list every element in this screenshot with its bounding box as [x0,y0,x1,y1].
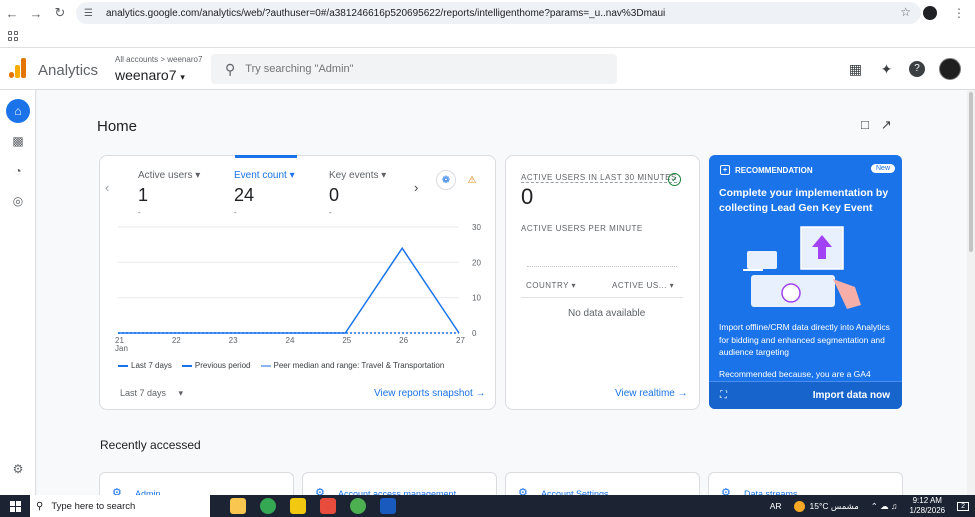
expand-icon[interactable]: ⛶ [720,390,727,401]
chart-legend: Last 7 days Previous period Peer median … [118,361,444,370]
upload-illustration [743,226,861,309]
recommendation-label: RECOMMENDATION [735,165,813,175]
caret-down-icon: ▾ [178,388,184,398]
windows-start-icon[interactable] [0,495,30,517]
chrome-icon[interactable] [260,498,276,514]
arrow-right-icon: → [677,388,688,399]
view-realtime-link[interactable]: View realtime → [615,388,688,399]
recommendation-header: + RECOMMENDATION [720,165,813,175]
recommendation-reason: Recommended because, you are a GA4 [719,369,871,379]
view-reports-snapshot-link[interactable]: View reports snapshot → [374,388,486,399]
taskbar-search[interactable]: ⚲ Type here to search [30,495,210,517]
active-users-column-header[interactable]: ACTIVE US... ▾ [612,281,674,290]
x-tick-sublabel: Jan [115,344,128,353]
x-tick-label: 25 [342,336,351,345]
windows-taskbar: ⚲ Type here to search AR 15°C مشمس ⌃ ☁ ♫ … [0,495,975,517]
recommendation-title: Complete your implementation by collecti… [719,187,889,214]
chrome-active-icon[interactable] [350,498,366,514]
system-tray: AR 15°C مشمس ⌃ ☁ ♫ 9:12 AM 1/28/2026 2 [770,495,969,517]
per-minute-baseline [527,266,677,267]
clock[interactable]: 9:12 AM 1/28/2026 [910,496,946,516]
language-indicator[interactable]: AR [770,501,782,511]
legend-current: Last 7 days [118,361,172,370]
power-bi-icon[interactable] [290,498,306,514]
series-current-line [118,246,460,334]
caret-down-icon: ▾ [669,281,675,290]
y-tick-label: 30 [472,223,481,232]
legend-peer: Peer median and range: Travel & Transpor… [260,361,444,370]
y-tick-label: 10 [472,294,481,303]
date-range-selector[interactable]: Last 7 days ▾ [120,388,183,399]
weather-widget[interactable]: 15°C مشمس [793,500,859,512]
recommendation-footer: ⛶ Import data now [709,381,902,409]
x-tick-label: 22 [172,336,181,345]
no-data-text: No data available [568,308,646,319]
realtime-title: ACTIVE USERS IN LAST 30 MINUTES [521,173,677,183]
arrow-right-icon: → [475,388,486,399]
recommendation-card: + RECOMMENDATION New Complete your imple… [709,155,902,409]
country-column-header[interactable]: COUNTRY ▾ [526,281,576,290]
x-tick-label: 26 [399,336,408,345]
recently-accessed-title: Recently accessed [100,438,201,452]
word-icon[interactable] [380,498,396,514]
x-tick-label: 23 [229,336,238,345]
check-circle-icon: ✓ [668,173,681,186]
import-data-button[interactable]: Import data now [813,390,890,401]
recommendation-body: Import offline/CRM data directly into An… [719,322,890,357]
y-tick-label: 0 [472,329,477,338]
tray-icons[interactable]: ⌃ ☁ ♫ [871,501,898,512]
sun-icon [793,500,805,512]
file-explorer-icon[interactable] [230,498,246,514]
taskbar-apps [230,498,396,514]
plus-square-icon: + [720,165,730,175]
app-icon[interactable] [320,498,336,514]
search-icon: ⚲ [36,500,44,512]
new-badge: New [871,164,896,173]
y-tick-label: 20 [472,258,481,267]
x-tick-label: 24 [286,336,295,345]
legend-previous: Previous period [181,361,251,370]
x-tick-label: 27 [456,336,465,345]
realtime-per-minute: ACTIVE USERS PER MINUTE [521,224,643,233]
divider [521,297,683,298]
realtime-value: 0 [521,184,534,209]
notifications-icon[interactable]: 2 [957,501,969,511]
caret-down-icon: ▾ [571,281,577,290]
